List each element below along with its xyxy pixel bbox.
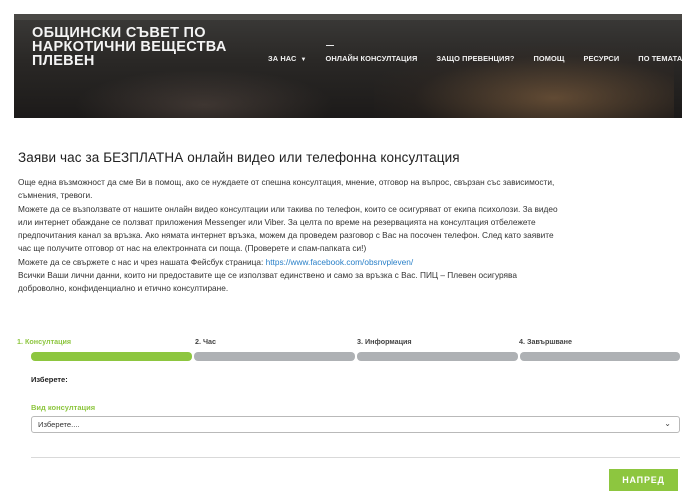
paragraph-3: Можете да се свържете с нас и чрез нашат… — [18, 256, 678, 269]
paragraph-1: Още една възможност да сме Ви в помощ, а… — [18, 177, 555, 187]
paragraph-2-cont-2: предпочитания канал за връзка. Ако нямат… — [18, 230, 554, 241]
main-nav: ЗА НАС ▼ ОНЛАЙН КОНСУЛТАЦИЯ ЗАЩО ПРЕВЕНЦИ… — [268, 45, 682, 63]
brand-line-3: ПЛЕВЕН — [32, 53, 95, 69]
nav-about[interactable]: ЗА НАС ▼ — [268, 54, 307, 63]
paragraph-2: Можете да се възползвате от нашите онлай… — [18, 203, 558, 214]
brand-line-2: НАРКОТИЧНИ ВЕЩЕСТВА — [32, 39, 227, 55]
next-button[interactable]: НАПРЕД — [609, 469, 678, 491]
step-4-label: 4. Завършване — [519, 337, 573, 346]
facebook-link[interactable]: https://www.facebook.com/obsnvpleven/ — [266, 257, 414, 267]
main-content: Заяви час за БЕЗПЛАТНА онлайн видео или … — [18, 150, 678, 296]
paragraph-2-cont: или интернет обаждане се ползват приложе… — [18, 216, 536, 227]
header-banner: ОБЩИНСКИ СЪВЕТ ПО НАРКОТИЧНИ ВЕЩЕСТВА ПЛ… — [14, 14, 682, 118]
step-3-bar — [357, 352, 518, 361]
select-value: Изберете.... — [38, 420, 80, 429]
consultation-type-select[interactable]: Изберете.... ⌄ — [31, 416, 680, 433]
step-2-label: 2. Час — [195, 337, 217, 346]
banner-light-left — [74, 69, 334, 118]
step-labels: 1. Консултация 2. Час 3. Информация 4. З… — [17, 337, 680, 349]
page-title: Заяви час за БЕЗПЛАТНА онлайн видео или … — [18, 150, 460, 165]
paragraph-3-text: Можете да се свържете с нас и чрез нашат… — [18, 256, 266, 267]
step-1-bar — [31, 352, 192, 361]
step-3-label: 3. Информация — [357, 337, 412, 346]
nav-on-topic[interactable]: ПО ТЕМАТА — [638, 54, 682, 63]
step-2-bar — [194, 352, 355, 361]
consultation-type-label: Вид консултация — [31, 403, 96, 412]
paragraph-4: Всички Ваши лични данни, които ни предос… — [18, 270, 517, 281]
chevron-down-icon: ▼ — [300, 57, 307, 63]
nav-resources[interactable]: РЕСУРСИ — [583, 54, 619, 63]
nav-help[interactable]: ПОМОЩ — [533, 54, 564, 63]
step-bars — [17, 352, 680, 361]
nav-online-consultation[interactable]: ОНЛАЙН КОНСУЛТАЦИЯ — [325, 45, 418, 63]
progress-steps: 1. Консултация 2. Час 3. Информация 4. З… — [17, 337, 680, 361]
step-1-label: 1. Консултация — [17, 337, 72, 346]
brand-line-1: ОБЩИНСКИ СЪВЕТ ПО — [32, 25, 206, 41]
step-4-bar — [520, 352, 680, 361]
paragraph-2-cont-3: час ще получите отговор от нас на електр… — [18, 243, 367, 254]
site-logo-text[interactable]: ОБЩИНСКИ СЪВЕТ ПО НАРКОТИЧНИ ВЕЩЕСТВА ПЛ… — [32, 25, 242, 69]
nav-about-label: ЗА НАС — [268, 54, 297, 63]
paragraph-4-cont: доброволно, конфиденциално и етично конс… — [18, 283, 229, 294]
intro-text: Още една възможност да сме Ви в помощ, а… — [18, 176, 678, 296]
nav-why-prevention[interactable]: ЗАЩО ПРЕВЕНЦИЯ? — [436, 54, 514, 63]
header-top-stripe — [14, 14, 682, 20]
paragraph-1-cont: съмнения, тревоги. — [18, 190, 93, 201]
form-divider — [31, 457, 680, 458]
choose-label: Изберете: — [31, 375, 68, 384]
chevron-down-icon: ⌄ — [664, 419, 671, 428]
